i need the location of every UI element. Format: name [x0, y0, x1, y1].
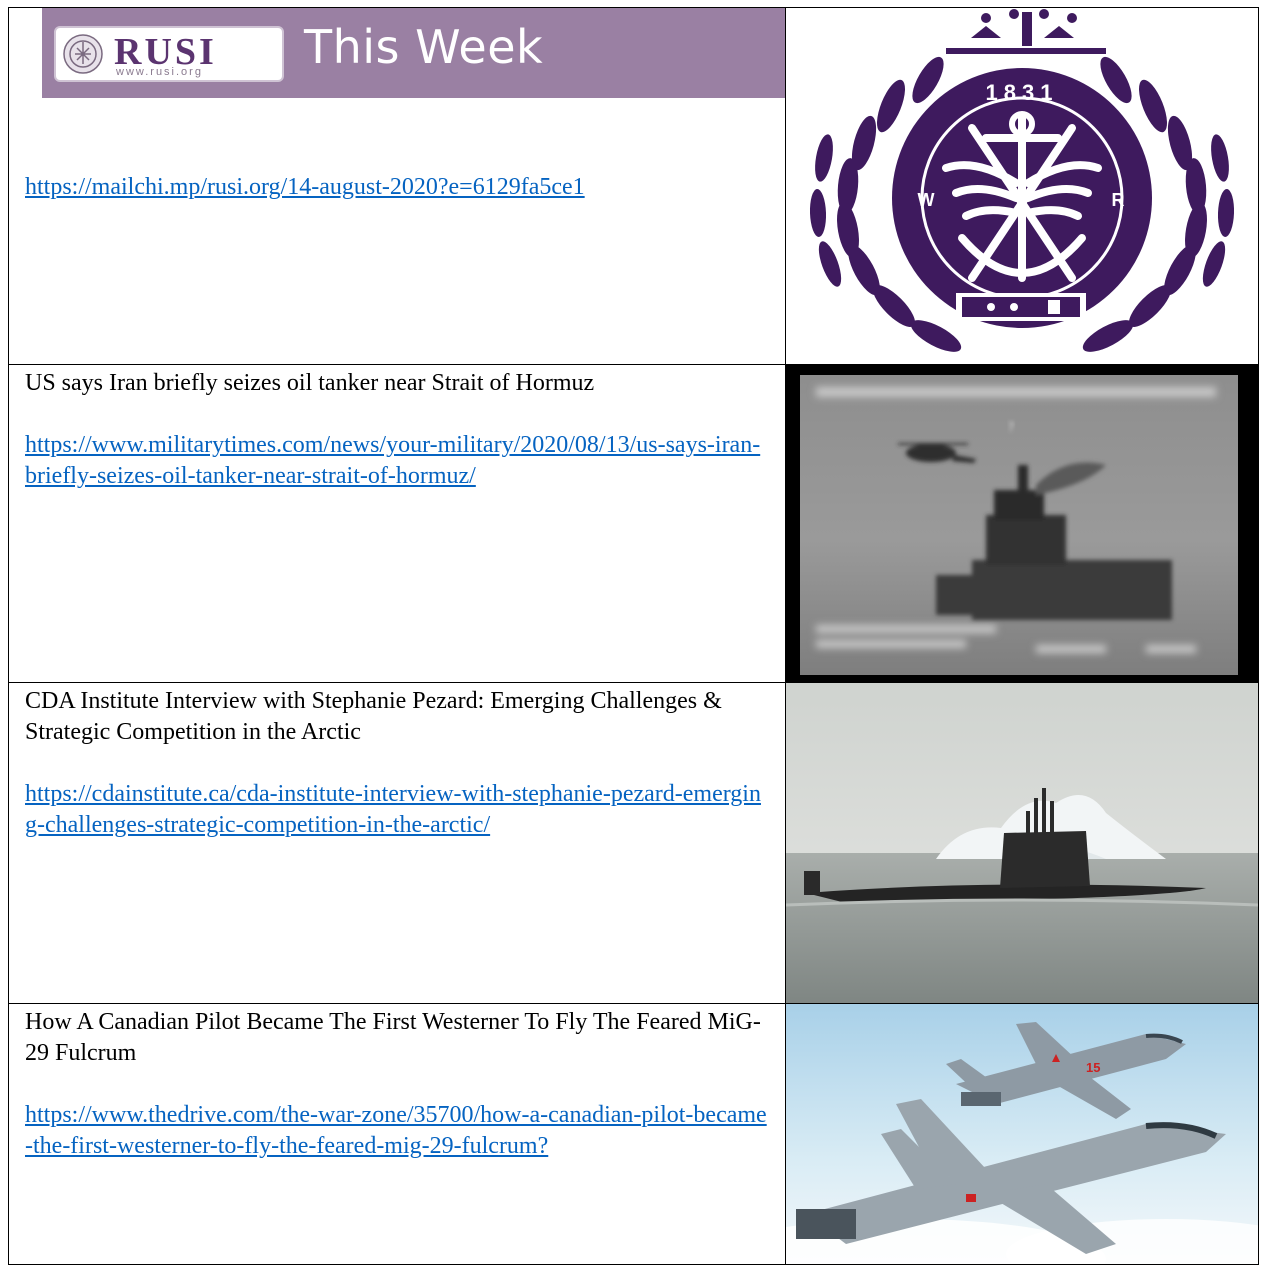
crest-letter-right: R — [1112, 190, 1125, 210]
jet-marking: 15 — [1086, 1060, 1100, 1075]
image-cell: 1831 W R — [785, 7, 1259, 365]
article-headline: CDA Institute Interview with Stephanie P… — [25, 688, 722, 745]
seal-icon — [63, 34, 103, 74]
table-row: How A Canadian Pilot Became The First We… — [8, 1003, 1259, 1265]
image-cell — [785, 682, 1259, 1004]
submarine-image — [786, 683, 1258, 1003]
article-link[interactable]: https://www.militarytimes.com/news/your-… — [25, 430, 769, 492]
crest-year: 1831 — [986, 80, 1059, 105]
table-row: CDA Institute Interview with Stephanie P… — [8, 682, 1259, 1004]
image-cell: ? — [785, 364, 1259, 683]
banner-title: This Week — [304, 20, 544, 74]
fighter-jets-image: 15 — [786, 1004, 1258, 1264]
crest-letter-left: W — [918, 190, 935, 210]
svg-text:?: ? — [1008, 420, 1014, 434]
newsletter-table: RUSI www.rusi.org This Week https://mail… — [8, 7, 1259, 1265]
tanker-surveillance-image: ? — [786, 365, 1258, 682]
article-headline: How A Canadian Pilot Became The First We… — [25, 1009, 761, 1066]
rusi-logo-url: www.rusi.org — [116, 66, 203, 78]
table-row: RUSI www.rusi.org This Week https://mail… — [8, 7, 1259, 365]
text-cell: CDA Institute Interview with Stephanie P… — [8, 682, 786, 1004]
article-link[interactable]: https://www.thedrive.com/the-war-zone/35… — [25, 1100, 769, 1162]
text-cell: RUSI www.rusi.org This Week https://mail… — [8, 7, 786, 365]
article-link[interactable]: https://mailchi.mp/rusi.org/14-august-20… — [25, 172, 769, 203]
rusi-banner: RUSI www.rusi.org This Week — [42, 8, 785, 98]
rusi-crest-image: 1831 W R — [786, 8, 1258, 364]
table-row: US says Iran briefly seizes oil tanker n… — [8, 364, 1259, 683]
rusi-logo: RUSI www.rusi.org — [54, 26, 284, 82]
image-cell: 15 — [785, 1003, 1259, 1265]
text-cell: How A Canadian Pilot Became The First We… — [8, 1003, 786, 1265]
article-link[interactable]: https://cdainstitute.ca/cda-institute-in… — [25, 779, 769, 841]
article-headline: US says Iran briefly seizes oil tanker n… — [25, 370, 595, 396]
text-cell: US says Iran briefly seizes oil tanker n… — [8, 364, 786, 683]
